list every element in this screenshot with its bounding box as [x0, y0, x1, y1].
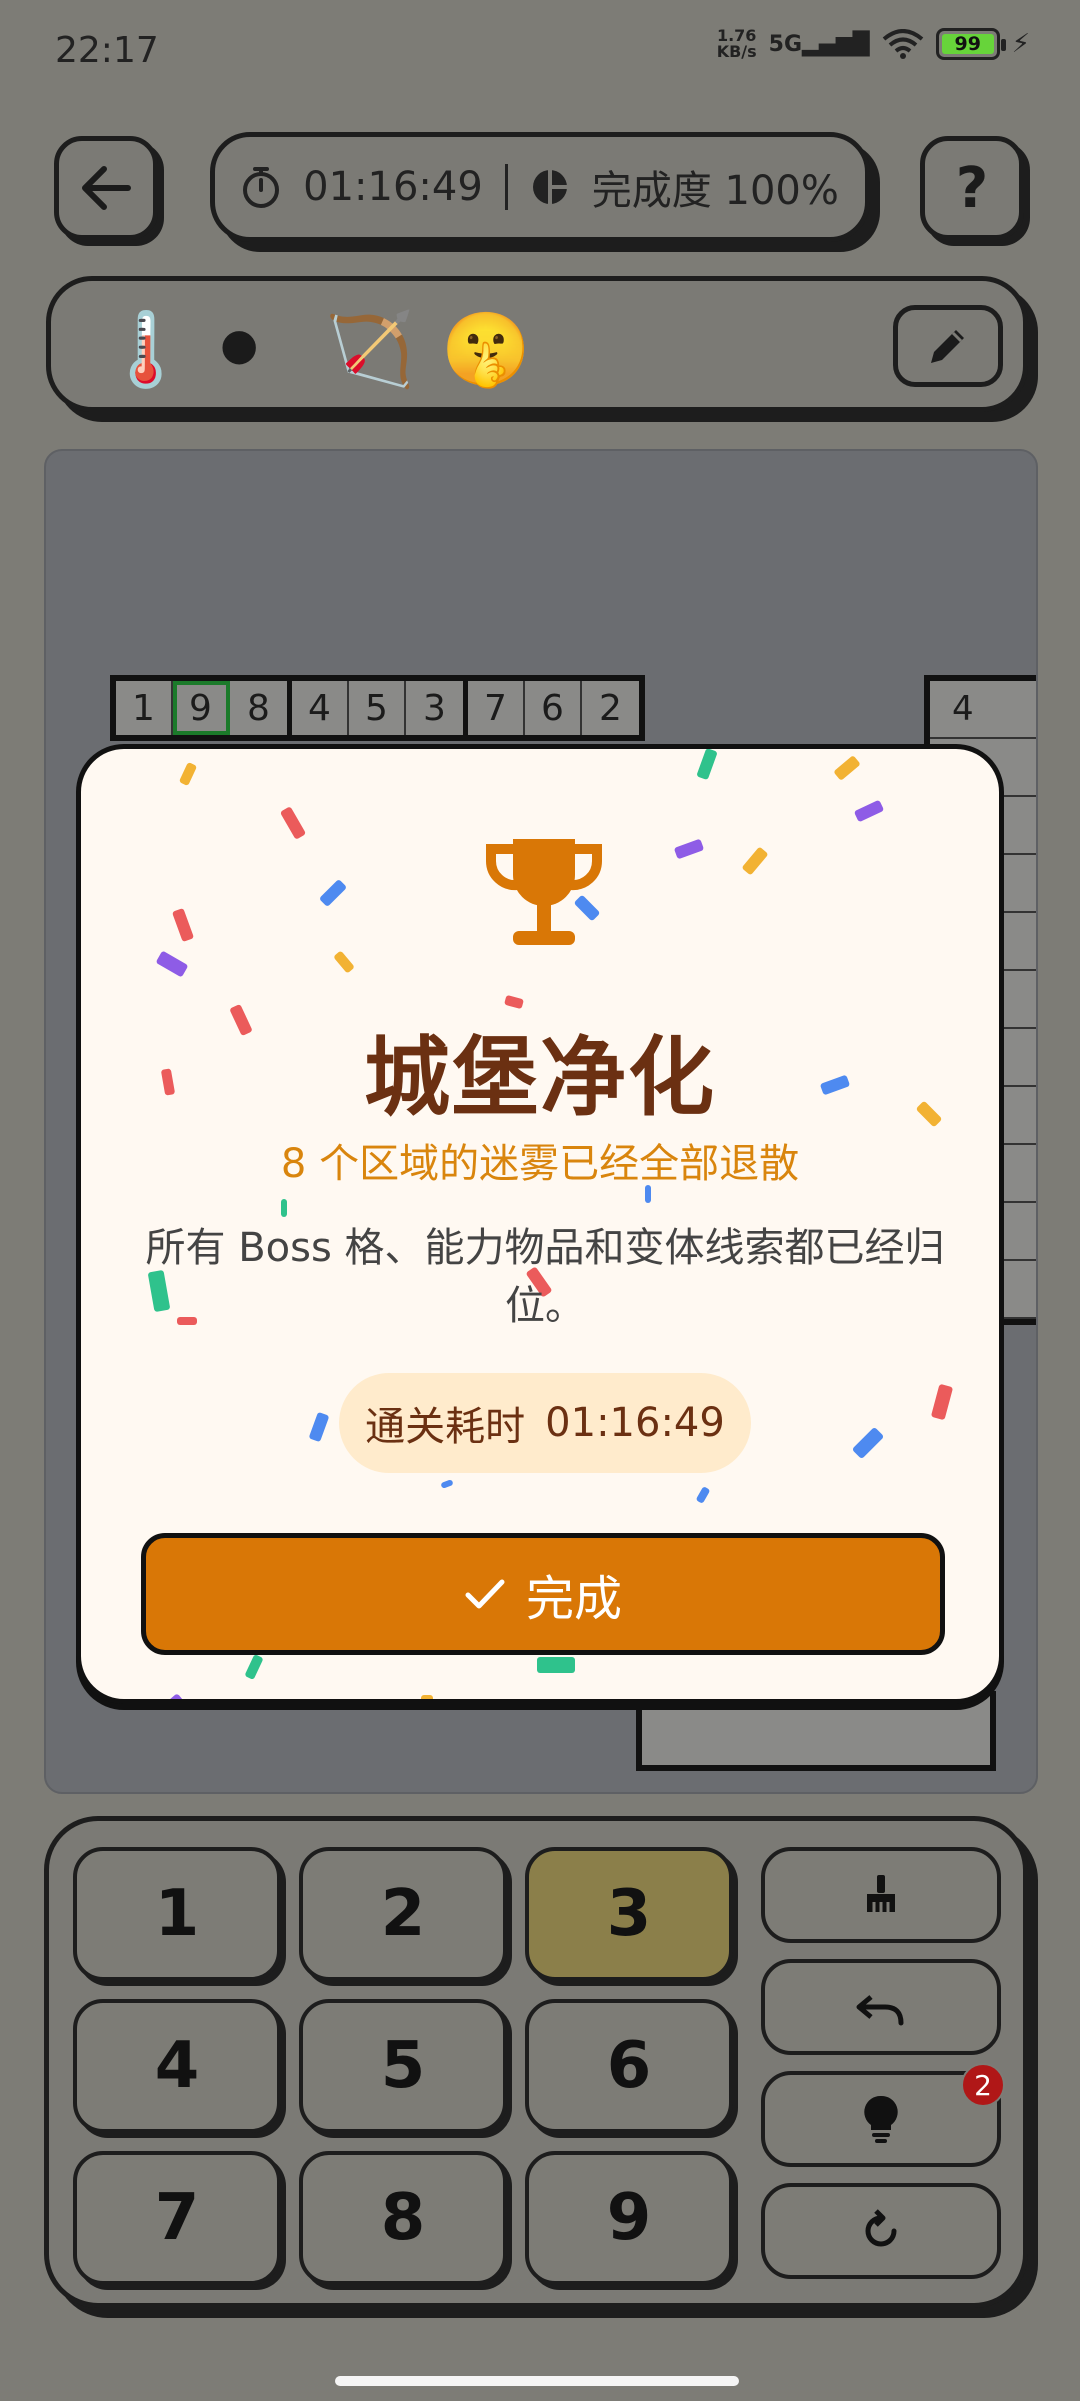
broom-icon — [867, 1875, 895, 1912]
key-1[interactable]: 1 — [73, 1847, 281, 1981]
key-8[interactable]: 8 — [299, 2151, 507, 2285]
confetti-piece — [741, 846, 769, 876]
status-indicators: 1.76 KB/s 5G▂▄▆█ 99 ⚡ — [717, 28, 1030, 60]
stopwatch-icon — [243, 167, 280, 208]
board-cell[interactable]: 7 — [468, 681, 525, 735]
clear-time-value: 01:16:49 — [545, 1400, 725, 1446]
board-cell[interactable]: 4 — [292, 681, 349, 735]
completion-text: 完成度 100% — [591, 168, 839, 214]
back-button[interactable] — [54, 136, 158, 240]
done-label: 完成 — [525, 1571, 622, 1627]
dialog-body: 所有 Boss 格、能力物品和变体线索都已经归位。 — [145, 1225, 945, 1329]
undo-icon — [856, 1995, 904, 2026]
confetti-piece — [308, 1411, 330, 1443]
battery-icon: 99 — [935, 28, 1006, 60]
key-3[interactable]: 3 — [525, 1847, 733, 1981]
clear-time-pill: 通关耗时 01:16:49 — [339, 1373, 751, 1473]
done-button[interactable]: 完成 — [141, 1533, 945, 1655]
confetti-piece — [160, 1693, 184, 1699]
hint-count-badge: 2 — [961, 2063, 1005, 2107]
tools-bar: 🌡️ ⚫ 🏹 🤫 — [46, 276, 1028, 412]
confetti-piece — [281, 1199, 287, 1217]
net-speed: 1.76 KB/s — [716, 26, 757, 61]
confetti-piece — [333, 950, 355, 974]
confetti-piece — [421, 1695, 433, 1699]
pencil-icon — [931, 330, 964, 363]
key-4[interactable]: 4 — [73, 1999, 281, 2133]
refresh-icon — [865, 2209, 897, 2247]
divider — [504, 164, 508, 210]
question-icon: ? — [955, 155, 989, 221]
key-6[interactable]: 6 — [525, 1999, 733, 2133]
confetti-piece — [244, 1654, 264, 1680]
undo-button[interactable] — [761, 1959, 1001, 2055]
confetti-piece — [537, 1657, 575, 1673]
restart-button[interactable] — [761, 2183, 1001, 2279]
board-block: 1 9 8 — [116, 681, 292, 735]
edit-button[interactable] — [893, 305, 1003, 387]
key-5[interactable]: 5 — [299, 1999, 507, 2133]
board-cell[interactable]: 8 — [230, 681, 287, 735]
wifi-icon — [882, 29, 924, 59]
confetti-piece — [696, 749, 718, 781]
board-cell-selected[interactable]: 9 — [173, 681, 230, 735]
confetti-piece — [833, 755, 861, 781]
status-clock: 22:17 — [55, 30, 159, 71]
confetti-piece — [155, 950, 189, 978]
completion-dialog: 城堡净化 8 个区域的迷雾已经全部退散 所有 Boss 格、能力物品和变体线索都… — [76, 744, 1004, 1704]
black-circle-icon[interactable]: ⚫ — [209, 309, 269, 389]
board-block: 4 5 3 — [292, 681, 468, 735]
cellular-signal-icon: 5G▂▄▆█ — [768, 31, 870, 57]
elapsed-time: 01:16:49 — [303, 164, 483, 210]
home-indicator[interactable] — [335, 2376, 739, 2386]
charging-icon: ⚡ — [1011, 29, 1030, 59]
status-bar: 22:17 1.76 KB/s 5G▂▄▆█ 99 ⚡ — [0, 0, 1080, 100]
board-cell[interactable]: 2 — [582, 681, 639, 735]
board-cell[interactable]: 6 — [525, 681, 582, 735]
key-9[interactable]: 9 — [525, 2151, 733, 2285]
key-7[interactable]: 7 — [73, 2151, 281, 2285]
confetti-piece — [930, 1383, 954, 1421]
timer-progress-pill: 01:16:49 完成度 100% — [210, 132, 870, 242]
lightbulb-icon — [864, 2095, 898, 2143]
number-keypad: 1 2 3 4 5 6 7 8 9 2 — [44, 1816, 1028, 2308]
board-cell[interactable]: 3 — [406, 681, 463, 735]
confetti-piece — [695, 1486, 711, 1504]
board-cell[interactable]: 4 — [930, 681, 1036, 739]
clear-button[interactable] — [761, 1847, 1001, 1943]
key-2[interactable]: 2 — [299, 1847, 507, 1981]
board-block: 7 6 2 — [468, 681, 639, 735]
dialog-title: 城堡净化 — [364, 1028, 716, 1128]
bow-and-arrow-icon[interactable]: 🏹 — [325, 309, 415, 389]
clear-time-label: 通关耗时 — [365, 1404, 526, 1450]
confetti-piece — [440, 1479, 454, 1489]
confetti-piece — [851, 1426, 885, 1460]
confetti-piece — [673, 838, 705, 860]
confetti-piece — [178, 761, 198, 787]
confetti-piece — [853, 799, 885, 823]
checkmark-icon — [465, 1579, 505, 1609]
hint-button[interactable]: 2 — [761, 2063, 1005, 2167]
confetti-piece — [279, 806, 307, 840]
confetti-piece — [171, 907, 195, 943]
board-cell[interactable]: 5 — [349, 681, 406, 735]
confetti-piece — [318, 878, 348, 908]
help-button[interactable]: ? — [920, 136, 1024, 240]
arrow-left-icon — [82, 166, 131, 210]
pie-progress-icon — [532, 170, 567, 204]
thermometer-icon[interactable]: 🌡️ — [101, 309, 191, 389]
board-top-row: 1 9 8 4 5 3 7 6 2 — [110, 675, 645, 741]
shushing-face-icon[interactable]: 🤫 — [441, 309, 531, 389]
board-cell[interactable]: 1 — [116, 681, 173, 735]
trophy-icon — [485, 839, 603, 945]
dialog-subtitle: 8 个区域的迷雾已经全部退散 — [280, 1141, 800, 1187]
